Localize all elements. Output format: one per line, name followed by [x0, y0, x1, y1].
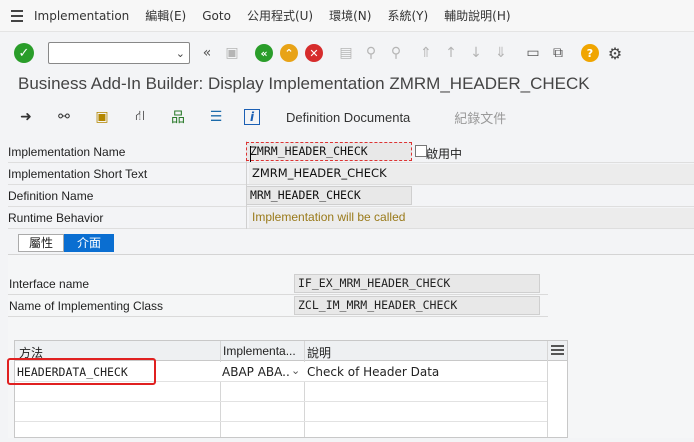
methods-table: 方法 Implementa... 說明 HEADERDATA_CHECK ABA…	[14, 340, 568, 438]
shortcut-icon[interactable]: ⧉	[549, 43, 567, 63]
table-row-empty[interactable]	[15, 402, 547, 422]
runtime-value: Implementation will be called	[249, 208, 694, 228]
table-row-empty[interactable]	[15, 422, 547, 442]
object-navigator-icon[interactable]: ☰	[206, 107, 226, 127]
implementing-class-field[interactable]: ZCL_IM_MRM_HEADER_CHECK	[294, 296, 540, 315]
row-interface-name: Interface name IF_EX_MRM_HEADER_CHECK	[8, 273, 548, 295]
settings-icon[interactable]: ⚙	[606, 43, 624, 63]
row-implementing-class: Name of Implementing Class ZCL_IM_MRM_HE…	[8, 295, 548, 317]
impl-name-field[interactable]: ZMRM_HEADER_CHECK	[246, 142, 412, 161]
highlight-box	[7, 358, 156, 385]
double-left-icon[interactable]: «	[198, 43, 216, 63]
back-icon[interactable]: «	[255, 43, 273, 63]
last-page-icon[interactable]: ⇓	[492, 43, 510, 63]
row-implementation-name: Implementation Name ZMRM_HEADER_CHECK 啟用…	[8, 141, 694, 163]
tab-interface[interactable]: 介面	[64, 234, 115, 252]
menu-implementation[interactable]: Implementation	[30, 9, 137, 23]
application-toolbar: ➜ ⚯ ▣ ⛙ 品 ☰ i Definition Documenta 紀錄文件	[0, 102, 694, 132]
definition-documentation-button[interactable]: Definition Documenta	[286, 110, 410, 125]
where-used-icon[interactable]: ⛙	[130, 107, 150, 127]
impl-name-label: Implementation Name	[8, 145, 126, 159]
active-label: 啟用中	[426, 147, 463, 161]
def-name-label: Definition Name	[8, 189, 94, 203]
def-name-field[interactable]: MRM_HEADER_CHECK	[246, 186, 412, 205]
find-next-icon[interactable]: ⚲	[387, 43, 405, 63]
menu-help[interactable]: 輔助說明(H)	[436, 7, 518, 24]
tab-strip: 屬性 介面	[18, 234, 115, 252]
table-settings-icon[interactable]	[549, 342, 565, 358]
documentation-button[interactable]: 紀錄文件	[454, 108, 506, 127]
help-icon[interactable]: ?	[581, 43, 599, 63]
cell-implementation[interactable]: ABAP ABA...	[222, 365, 290, 379]
menu-hamburger-icon[interactable]	[8, 0, 30, 32]
header-implementation[interactable]: Implementa...	[223, 344, 303, 358]
cell-description: Check of Header Data	[307, 365, 440, 379]
command-field[interactable]: ⌄	[48, 42, 190, 64]
hierarchy-icon[interactable]: 品	[168, 107, 188, 127]
interface-name-field[interactable]: IF_EX_MRM_HEADER_CHECK	[294, 274, 540, 293]
header-description[interactable]: 說明	[307, 344, 547, 361]
page-title: Business Add-In Builder: Display Impleme…	[18, 74, 590, 93]
prev-page-icon[interactable]: ↑	[442, 43, 460, 63]
text-cursor	[250, 146, 251, 162]
table-row-empty[interactable]	[15, 382, 547, 402]
next-page-icon[interactable]: ↓	[467, 43, 485, 63]
exit-icon[interactable]: ⌃	[280, 43, 298, 63]
cancel-icon[interactable]: ✕	[305, 43, 323, 63]
glasses-icon[interactable]: ⚯	[54, 107, 74, 127]
save-icon[interactable]: ▣	[223, 43, 241, 63]
menu-bar: Implementation 編輯(E) Goto 公用程式(U) 環境(N) …	[0, 0, 694, 32]
print-icon[interactable]: ▤	[337, 43, 355, 63]
row-definition-name: Definition Name MRM_HEADER_CHECK	[8, 185, 694, 207]
check-icon[interactable]: ✓	[14, 43, 34, 63]
arrow-right-icon[interactable]: ➜	[16, 107, 36, 127]
implementing-class-label: Name of Implementing Class	[9, 299, 164, 313]
row-short-text: Implementation Short Text ZMRM_HEADER_CH…	[8, 163, 694, 185]
chevron-down-icon[interactable]: ⌄	[176, 47, 185, 60]
info-icon[interactable]: i	[244, 109, 260, 125]
menu-utilities[interactable]: 公用程式(U)	[239, 7, 321, 24]
menu-edit[interactable]: 編輯(E)	[137, 7, 194, 24]
menu-goto[interactable]: Goto	[194, 9, 239, 23]
interface-name-label: Interface name	[9, 277, 90, 291]
standard-toolbar: ✓ ⌄ « ▣ « ⌃ ✕ ▤ ⚲ ⚲ ⇑ ↑ ↓ ⇓ ▭ ⧉ ? ⚙	[0, 34, 694, 72]
short-text-field[interactable]: ZMRM_HEADER_CHECK	[249, 164, 694, 184]
object-list-icon[interactable]: ▣	[92, 107, 112, 127]
tab-properties[interactable]: 屬性	[18, 234, 65, 252]
find-icon[interactable]: ⚲	[362, 43, 380, 63]
menu-system[interactable]: 系統(Y)	[379, 7, 436, 24]
new-session-icon[interactable]: ▭	[524, 43, 542, 63]
chevron-down-icon[interactable]: ⌄	[291, 364, 300, 377]
first-page-icon[interactable]: ⇑	[417, 43, 435, 63]
short-text-label: Implementation Short Text	[8, 167, 148, 181]
menu-environment[interactable]: 環境(N)	[321, 7, 379, 24]
row-runtime-behavior: Runtime Behavior Implementation will be …	[8, 207, 694, 229]
runtime-label: Runtime Behavior	[8, 211, 104, 225]
